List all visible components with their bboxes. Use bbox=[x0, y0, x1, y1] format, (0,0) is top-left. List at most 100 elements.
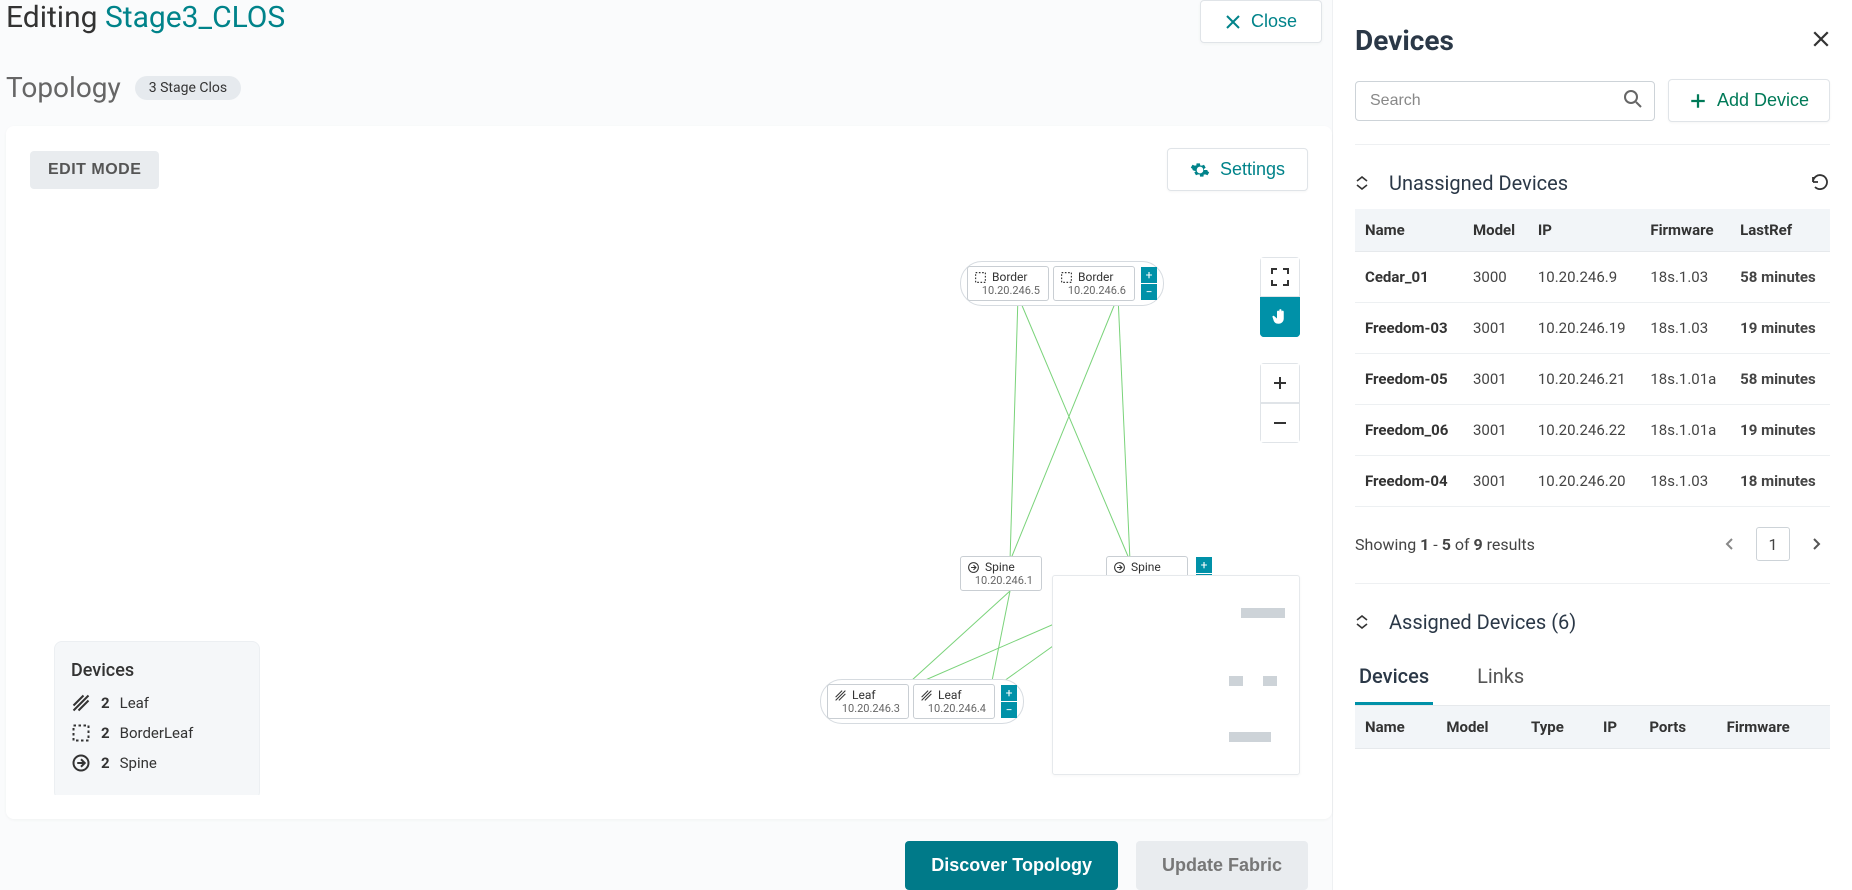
node-label: Spine bbox=[1131, 560, 1161, 574]
cell-firmware: 18s.1.03 bbox=[1640, 456, 1730, 507]
pager-page[interactable]: 1 bbox=[1756, 527, 1790, 561]
col-model[interactable]: Model bbox=[1463, 209, 1528, 252]
node-label: Leaf bbox=[938, 688, 962, 702]
col-type[interactable]: Type bbox=[1521, 706, 1593, 749]
assigned-table: Name Model Type IP Ports Firmware bbox=[1355, 706, 1830, 749]
group-add-button[interactable]: + bbox=[1196, 557, 1212, 573]
collapse-toggle[interactable] bbox=[1355, 176, 1369, 190]
col-ip[interactable]: IP bbox=[1528, 209, 1641, 252]
discover-topology-button[interactable]: Discover Topology bbox=[905, 841, 1118, 890]
search-icon bbox=[1623, 89, 1643, 113]
cell-model: 3001 bbox=[1463, 303, 1528, 354]
editing-prefix: Editing bbox=[6, 0, 98, 35]
topology-type-chip: 3 Stage Clos bbox=[135, 76, 241, 100]
table-row[interactable]: Freedom-05 3001 10.20.246.21 18s.1.01a 5… bbox=[1355, 354, 1830, 405]
cell-name: Freedom_06 bbox=[1355, 405, 1463, 456]
cell-name: Freedom-05 bbox=[1355, 354, 1463, 405]
node-ip: 10.20.246.4 bbox=[920, 702, 986, 715]
fullscreen-button[interactable] bbox=[1260, 257, 1300, 297]
leaf-group[interactable]: Leaf 10.20.246.3 Leaf 10.20.246.4 + − bbox=[820, 679, 1024, 724]
plus-icon bbox=[1272, 375, 1288, 391]
cell-name: Freedom-04 bbox=[1355, 456, 1463, 507]
add-device-button[interactable]: Add Device bbox=[1668, 79, 1830, 122]
refresh-icon bbox=[1810, 172, 1830, 192]
col-ip[interactable]: IP bbox=[1593, 706, 1639, 749]
pager: Showing 1 - 5 of 9 results 1 bbox=[1355, 527, 1830, 561]
settings-label: Settings bbox=[1220, 159, 1285, 180]
divider bbox=[1355, 583, 1830, 584]
leaf-icon bbox=[920, 689, 933, 702]
table-row[interactable]: Freedom-03 3001 10.20.246.19 18s.1.03 19… bbox=[1355, 303, 1830, 354]
node-ip: 10.20.246.1 bbox=[967, 574, 1033, 587]
legend-title: Devices bbox=[71, 660, 243, 681]
cell-lastref: 58 minutes bbox=[1730, 354, 1830, 405]
cell-model: 3001 bbox=[1463, 354, 1528, 405]
gear-icon bbox=[1190, 160, 1210, 180]
node-label: Border bbox=[992, 270, 1027, 284]
chevron-right-icon bbox=[1810, 538, 1822, 550]
zoom-out-button[interactable] bbox=[1260, 403, 1300, 443]
update-fabric-button[interactable]: Update Fabric bbox=[1136, 841, 1308, 890]
node-ip: 10.20.246.3 bbox=[834, 702, 900, 715]
cell-lastref: 18 minutes bbox=[1730, 456, 1830, 507]
minimap[interactable] bbox=[1052, 575, 1300, 775]
col-name[interactable]: Name bbox=[1355, 209, 1463, 252]
edit-mode-button[interactable]: EDIT MODE bbox=[30, 151, 159, 189]
unassigned-table: Name Model IP Firmware LastRef Cedar_01 … bbox=[1355, 209, 1830, 507]
table-row[interactable]: Cedar_01 3000 10.20.246.9 18s.1.03 58 mi… bbox=[1355, 252, 1830, 303]
col-firmware[interactable]: Firmware bbox=[1640, 209, 1730, 252]
node-leaf-1[interactable]: Leaf 10.20.246.3 bbox=[827, 684, 909, 719]
tab-links[interactable]: Links bbox=[1473, 650, 1528, 705]
panel-close-button[interactable] bbox=[1812, 28, 1830, 54]
node-ip: 10.20.246.6 bbox=[1060, 284, 1126, 297]
cell-firmware: 18s.1.03 bbox=[1640, 252, 1730, 303]
col-name[interactable]: Name bbox=[1355, 706, 1436, 749]
pager-next[interactable] bbox=[1802, 530, 1830, 558]
border-icon bbox=[1060, 271, 1073, 284]
group-add-button[interactable]: + bbox=[1141, 267, 1157, 283]
search-input[interactable] bbox=[1355, 81, 1655, 121]
table-row[interactable]: Freedom_06 3001 10.20.246.22 18s.1.01a 1… bbox=[1355, 405, 1830, 456]
refresh-button[interactable] bbox=[1810, 172, 1830, 195]
cell-ip: 10.20.246.22 bbox=[1528, 405, 1641, 456]
group-remove-button[interactable]: − bbox=[1141, 284, 1157, 300]
close-icon bbox=[1812, 30, 1830, 48]
cell-ip: 10.20.246.21 bbox=[1528, 354, 1641, 405]
node-border-1[interactable]: Border 10.20.246.5 bbox=[967, 266, 1049, 301]
cell-lastref: 58 minutes bbox=[1730, 252, 1830, 303]
spine-icon bbox=[1113, 561, 1126, 574]
node-leaf-2[interactable]: Leaf 10.20.246.4 bbox=[913, 684, 995, 719]
page-title: Editing Stage3_CLOS bbox=[6, 0, 285, 35]
group-remove-button[interactable]: − bbox=[1001, 702, 1017, 718]
pager-prev[interactable] bbox=[1716, 530, 1744, 558]
node-ip: 10.20.246.5 bbox=[974, 284, 1040, 297]
col-firmware[interactable]: Firmware bbox=[1717, 706, 1830, 749]
devices-legend: Devices 2 Leaf 2 BorderLeaf 2 Spin bbox=[54, 641, 260, 795]
topology-canvas[interactable]: Border 10.20.246.5 Border 10.20.246.6 + bbox=[30, 191, 1308, 795]
collapse-toggle[interactable] bbox=[1355, 615, 1369, 629]
legend-row-leaf: 2 Leaf bbox=[71, 693, 243, 713]
fullscreen-icon bbox=[1271, 268, 1289, 286]
node-label: Leaf bbox=[852, 688, 876, 702]
col-model[interactable]: Model bbox=[1436, 706, 1521, 749]
cell-lastref: 19 minutes bbox=[1730, 405, 1830, 456]
plus-icon bbox=[1689, 92, 1707, 110]
cell-model: 3001 bbox=[1463, 405, 1528, 456]
spine-icon bbox=[967, 561, 980, 574]
border-group[interactable]: Border 10.20.246.5 Border 10.20.246.6 + bbox=[960, 261, 1164, 306]
chevron-left-icon bbox=[1724, 538, 1736, 550]
chevron-collapse-icon bbox=[1355, 615, 1369, 629]
tab-devices[interactable]: Devices bbox=[1355, 650, 1433, 705]
node-spine-1[interactable]: Spine 10.20.246.1 bbox=[960, 556, 1042, 591]
table-row[interactable]: Freedom-04 3001 10.20.246.20 18s.1.03 18… bbox=[1355, 456, 1830, 507]
group-add-button[interactable]: + bbox=[1001, 685, 1017, 701]
add-device-label: Add Device bbox=[1717, 90, 1809, 111]
col-ports[interactable]: Ports bbox=[1639, 706, 1716, 749]
pan-button[interactable] bbox=[1260, 297, 1300, 337]
node-border-2[interactable]: Border 10.20.246.6 bbox=[1053, 266, 1135, 301]
col-lastref[interactable]: LastRef bbox=[1730, 209, 1830, 252]
close-button[interactable]: Close bbox=[1200, 0, 1322, 43]
settings-button[interactable]: Settings bbox=[1167, 148, 1308, 191]
divider bbox=[1355, 144, 1830, 145]
zoom-in-button[interactable] bbox=[1260, 363, 1300, 403]
